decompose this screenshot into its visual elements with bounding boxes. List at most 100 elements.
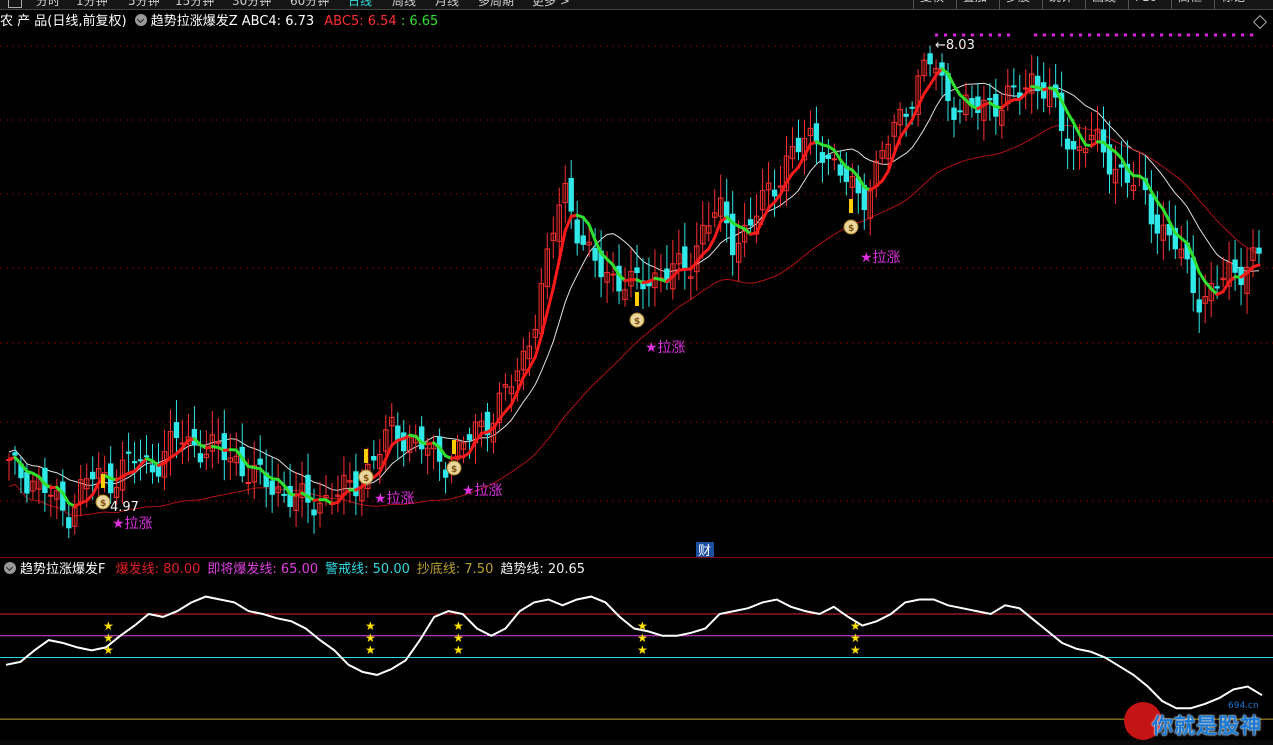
period-tab-0[interactable]: 分时 (36, 0, 60, 9)
ma-trend-segment (557, 229, 567, 262)
candle-body (442, 469, 449, 478)
main-price-chart[interactable]: ←8.034.97★拉涨★拉涨 ★拉涨★拉涨★拉涨$$$$$财 (0, 32, 1273, 557)
candle-body (837, 164, 843, 176)
window-menu-icon[interactable] (8, 0, 22, 8)
high-price-label: ←8.03 (935, 38, 975, 53)
candle-body (1118, 164, 1125, 168)
alert-bar-icon (101, 474, 105, 488)
candle-body (149, 464, 156, 473)
cai-badge: 财 (698, 544, 711, 557)
ma-trend-segment (1221, 280, 1231, 294)
ma-trend-segment (713, 220, 723, 239)
candle-body (975, 96, 981, 113)
ma-trend-segment (539, 310, 549, 338)
ma-trend-segment (378, 457, 388, 474)
ma-trend-segment (1066, 111, 1076, 125)
period-tab-7[interactable]: 周线 (392, 0, 416, 9)
candle-body (580, 235, 586, 245)
candle-body (143, 455, 150, 458)
candle-body (610, 273, 616, 276)
candle-body (1256, 247, 1262, 254)
watermark-url: 694.cn (1228, 701, 1259, 711)
watermark-text: 你就是股神 (1152, 714, 1262, 738)
ma-trend-segment (474, 431, 483, 444)
signal-star-icon: ★ (103, 643, 114, 657)
period-tab-10[interactable]: 更多 > (532, 0, 570, 9)
ma-trend-segment (785, 172, 794, 184)
ma-trend-segment (898, 127, 908, 140)
candle-body (419, 426, 425, 450)
period-toolbar: 分时 1分钟 5分钟 15分钟 30分钟 60分钟 日线 周线 月线 多周期 更多 > 复权叠加多股统… (0, 0, 1273, 10)
sub-indicator-header: 趋势拉涨爆发F 爆发线: 80.00 即将爆发线: 65.00 警戒线: 50.00… (0, 560, 1273, 580)
money-bag-glyph: $ (848, 224, 854, 234)
money-bag-glyph: $ (451, 465, 457, 475)
period-tab-5[interactable]: 60分钟 (290, 0, 329, 9)
candle-body (197, 453, 204, 463)
indicator-menu-icon[interactable] (134, 14, 147, 26)
candle-body (131, 461, 138, 464)
sub-line-label-0: 爆发线: (115, 562, 160, 577)
ma-trend-segment (802, 142, 812, 158)
money-bag-glyph: $ (363, 474, 369, 484)
period-tab-8[interactable]: 月线 (435, 0, 459, 9)
ma-trend-segment (587, 223, 597, 242)
indicator-name[interactable]: 趋势拉涨爆发Z (151, 14, 238, 29)
candle-body (395, 425, 401, 441)
ma-trend-segment (521, 366, 531, 379)
sub-indicator-chart[interactable]: ★★★★★★★★★★★★★★★ (0, 578, 1273, 740)
candle-body (927, 53, 933, 65)
main-indicator-header: 农 产 品(日线,前复权) 趋势拉涨爆发Z ABC4: 6.73 ABC5: 6… (0, 12, 1273, 32)
candle-body (1070, 141, 1077, 150)
candle-body (825, 154, 832, 159)
ma-trend-segment (563, 214, 573, 233)
candle-body (951, 107, 957, 120)
ma-trend-segment (1161, 208, 1171, 223)
signal-label-0: ★拉涨 (112, 516, 153, 532)
toolbar-button-3[interactable]: 统计 (1042, 0, 1085, 9)
sub-indicator-menu-icon[interactable] (4, 562, 16, 574)
period-tab-9[interactable]: 多周期 (478, 0, 514, 9)
toolbar-button-2[interactable]: 多股 (999, 0, 1042, 9)
sub-indicator-name[interactable]: 趋势拉涨爆发F (20, 562, 105, 577)
sub-line-value-1: 65.00 (276, 562, 319, 577)
alert-bar-icon (635, 292, 639, 306)
candle-body (137, 459, 144, 462)
period-tab-2[interactable]: 5分钟 (128, 0, 160, 9)
toolbar-button-1[interactable]: 叠加 (956, 0, 999, 9)
period-tab-4[interactable]: 30分钟 (232, 0, 271, 9)
period-tab-3[interactable]: 15分钟 (175, 0, 214, 9)
candle-body (125, 451, 132, 454)
ma-trend-segment (922, 83, 932, 96)
candle-body (771, 189, 778, 197)
toolbar-button-7[interactable]: 标记 (1214, 0, 1273, 9)
sub-line-value-2: 50.00 (368, 562, 410, 577)
candle-body (987, 98, 993, 101)
abc4-value: 6.73 (285, 14, 315, 29)
alert-bar-icon (364, 449, 368, 463)
ma-trend-segment (1078, 132, 1088, 147)
candle-body (957, 110, 963, 113)
sub-line-label-4: 趋势线: (500, 562, 544, 577)
signal-label-3: ★拉涨 (645, 340, 686, 356)
signal-star-icon: ★ (453, 643, 464, 657)
abc4-label: ABC4: (241, 14, 282, 29)
candle-body (592, 248, 598, 261)
toolbar-button-0[interactable]: 复权 (913, 0, 956, 9)
candle-body (903, 113, 909, 117)
candle-body (269, 480, 275, 495)
money-bag-glyph: $ (634, 317, 640, 327)
candle-body (1196, 299, 1202, 313)
toolbar-button-6[interactable]: 高框 (1171, 0, 1214, 9)
ma-trend-segment (551, 258, 561, 290)
alert-bar-icon (452, 440, 456, 454)
toolbar-button-5[interactable]: F10 (1128, 0, 1171, 9)
period-tab-6[interactable]: 日线 (348, 0, 372, 9)
candle-body (281, 493, 287, 496)
bottom-status-strip (0, 740, 1273, 745)
period-tab-1[interactable]: 1分钟 (76, 0, 108, 9)
ma-trend-segment (1072, 121, 1082, 136)
candle-body (831, 158, 838, 161)
toolbar-button-4[interactable]: 画线 (1085, 0, 1128, 9)
candle-body (634, 267, 640, 273)
signal-label-1: ★拉涨 (374, 491, 415, 507)
